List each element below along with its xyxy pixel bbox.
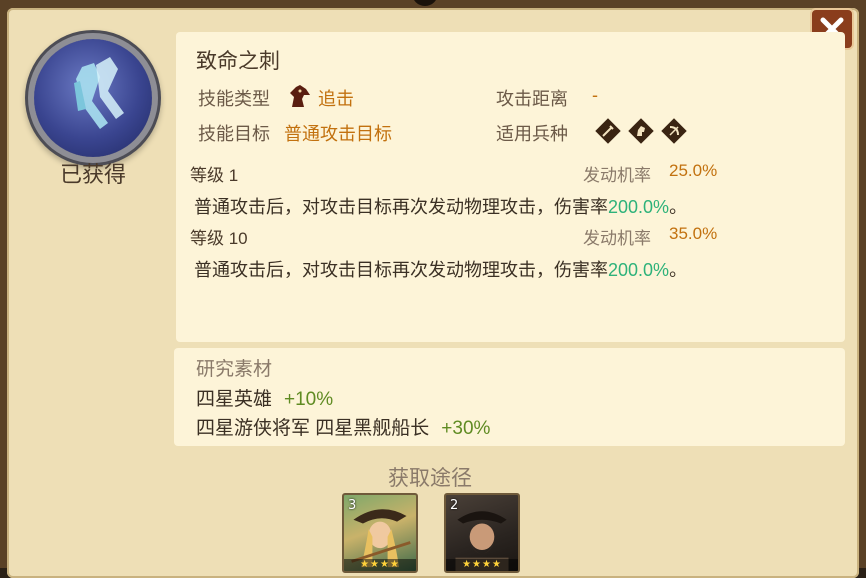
level-10-desc-text: 普通攻击后，对攻击目标再次发动物理攻击，伤害率 xyxy=(194,260,608,280)
level-1-desc-suffix: 。 xyxy=(669,197,688,217)
bow-icon xyxy=(661,118,687,144)
attack-range-label: 攻击距离 xyxy=(496,89,568,109)
research-line-text: 四星英雄 xyxy=(196,389,273,410)
hero-level: 2 xyxy=(450,498,459,513)
level-1-description: 普通攻击后，对攻击目标再次发动物理攻击，伤害率200.0%。 xyxy=(194,193,687,219)
hero-card-pirate[interactable]: 2 ★★★★ xyxy=(444,493,520,573)
level-1-rate-label: 发动机率 xyxy=(583,166,651,185)
research-line-bonus: +10% xyxy=(284,389,334,410)
level-10-desc-suffix: 。 xyxy=(669,260,688,280)
level-1-desc-text: 普通攻击后，对攻击目标再次发动物理攻击，伤害率 xyxy=(194,197,608,217)
skill-type-label: 技能类型 xyxy=(198,89,270,109)
skill-info-box xyxy=(176,32,845,342)
horse-head-icon xyxy=(286,83,312,109)
level-10-label: 等级 10 xyxy=(190,229,248,248)
level-10-description: 普通攻击后，对攻击目标再次发动物理攻击，伤害率200.0%。 xyxy=(194,256,687,282)
level-1-label: 等级 1 xyxy=(190,166,239,185)
level-10-damage-rate: 200.0% xyxy=(608,260,670,280)
level-1-damage-rate: 200.0% xyxy=(608,197,670,217)
hero-stars: ★★★★ xyxy=(344,559,416,571)
skill-target-label: 技能目标 xyxy=(198,124,270,144)
research-line: 四星英雄 +10% xyxy=(196,384,333,411)
skill-type-value: 追击 xyxy=(318,89,354,109)
skill-icon xyxy=(34,39,152,157)
level-10-rate-label: 发动机率 xyxy=(583,229,651,248)
hero-level: 3 xyxy=(348,498,357,513)
skill-name: 致命之刺 xyxy=(196,50,280,73)
troop-type-label: 适用兵种 xyxy=(496,124,568,144)
level-10-rate-value: 35.0% xyxy=(669,224,718,243)
hero-card-ranger[interactable]: 3 ★★★★ xyxy=(342,493,418,573)
skill-status: 已获得 xyxy=(59,162,126,187)
level-1-rate-value: 25.0% xyxy=(669,161,718,180)
obtain-title: 获取途径 xyxy=(388,467,472,490)
sword-icon xyxy=(595,118,621,144)
research-title: 研究素材 xyxy=(196,359,273,380)
research-line-text: 四星游侠将军 四星黑舰船长 xyxy=(196,418,430,439)
cavalry-icon xyxy=(628,118,654,144)
research-line-bonus: +30% xyxy=(441,418,491,439)
hero-stars: ★★★★ xyxy=(446,559,518,571)
spear-strike-icon xyxy=(74,57,124,129)
attack-range-value: - xyxy=(592,85,598,105)
skill-target-value: 普通攻击目标 xyxy=(284,124,392,144)
research-line: 四星游侠将军 四星黑舰船长 +30% xyxy=(196,413,490,440)
troop-icons xyxy=(595,118,687,144)
